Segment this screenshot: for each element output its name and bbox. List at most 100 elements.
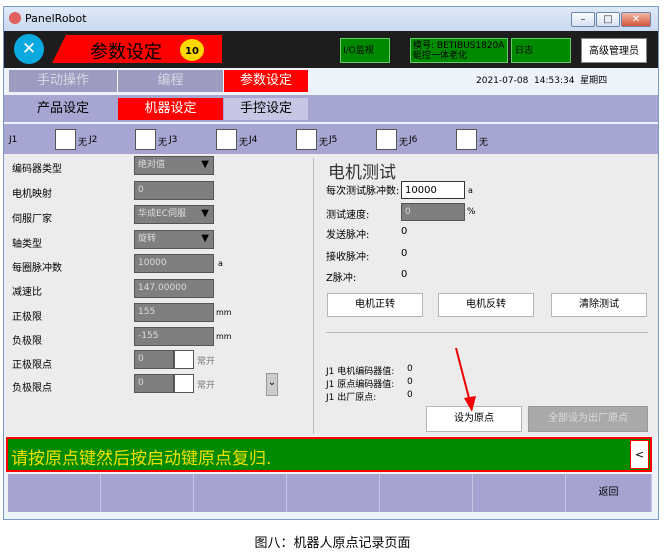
joint-label-j6: J6 [409, 135, 418, 145]
footer-slot-3[interactable] [194, 474, 287, 512]
joint-checkbox-j3[interactable] [216, 129, 237, 150]
motor-map-label: 电机映射 [12, 189, 52, 200]
send-pulse-value: 0 [401, 226, 408, 237]
tab-program[interactable]: 编程 [118, 70, 223, 92]
encoder-type-value: 绝对值 [138, 160, 166, 170]
return-label: 返回 [598, 487, 619, 498]
z-pulse-value: 0 [401, 269, 408, 280]
recv-pulse-label: 接收脉冲: [326, 252, 370, 263]
neg-limit-point-toggle[interactable] [174, 374, 194, 393]
factory-origin-label: J1 出厂原点: [326, 393, 377, 403]
motor-encoder-label: J1 电机编码器值: [326, 367, 395, 377]
subtab-handheld[interactable]: 手控设定 [224, 98, 308, 120]
footer-slot-2[interactable] [101, 474, 194, 512]
figure-caption: 图八：机器人原点记录页面 [254, 536, 411, 551]
pos-limit-unit: mm [216, 308, 232, 317]
tab-params[interactable]: 参数设定 [224, 70, 308, 92]
dropdown-arrow-icon: ▼ [201, 208, 209, 219]
neg-limit-point-input[interactable]: 0 [134, 374, 174, 393]
neg-limit-point-label: 负极限点 [12, 383, 52, 394]
pulses-per-rev-label: 每圈脉冲数 [12, 263, 62, 274]
axis-type-label: 轴类型 [12, 239, 42, 250]
set-all-factory-button[interactable]: 全部设为出厂原点 [528, 406, 648, 432]
neg-limit-label: 负极限 [12, 336, 42, 347]
message-back-button[interactable]: < [630, 440, 649, 469]
test-speed-input[interactable]: 0 [401, 203, 465, 221]
subtab-machine[interactable]: 机器设定 [118, 98, 223, 120]
window-title: PanelRobot [25, 12, 87, 25]
user-level-button[interactable]: 高级管理员 [581, 38, 647, 63]
reduction-label: 减速比 [12, 287, 42, 298]
mold-info-button[interactable]: 模号: BETIBUS1820A蜓控一体老化 [410, 38, 508, 63]
joint-state-j6: 无 [479, 138, 489, 148]
app-logo-icon [9, 12, 21, 24]
servo-vendor-value: 华成EC伺服 [138, 209, 186, 219]
pos-limit-point-input[interactable]: 0 [134, 350, 174, 369]
clear-test-button[interactable]: 清除测试 [551, 293, 647, 317]
chevron-down-icon: ⌄ [267, 377, 277, 388]
footer-slot-4[interactable] [287, 474, 380, 512]
section-divider [326, 332, 648, 333]
motor-reverse-button[interactable]: 电机反转 [438, 293, 534, 317]
tab-manual[interactable]: 手动操作 [9, 70, 117, 92]
level-badge: 10 [180, 39, 204, 61]
pulses-per-rev-input[interactable]: 10000 [134, 254, 214, 273]
recv-pulse-value: 0 [401, 248, 408, 259]
joint-checkbox-j6[interactable] [456, 129, 477, 150]
test-pulses-label: 每次测试脉冲数: [326, 186, 400, 197]
joint-state-j1: 无 [78, 138, 88, 148]
close-button[interactable]: ✕ [621, 12, 651, 27]
send-pulse-label: 发送脉冲: [326, 230, 370, 241]
origin-encoder-label: J1 原点编码器值: [326, 380, 395, 390]
joint-checkbox-j1[interactable] [55, 129, 76, 150]
neg-limit-input[interactable]: -155 [134, 327, 214, 346]
message-text: 请按原点键然后按启动键原点复归. [11, 449, 272, 469]
return-button[interactable]: 返回 [566, 474, 652, 512]
joint-checkbox-j5[interactable] [376, 129, 397, 150]
joint-label-j1: J1 [9, 135, 18, 145]
motor-encoder-value: 0 [407, 364, 413, 374]
minimize-button[interactable]: – [571, 12, 595, 27]
datetime: 2021-07-08 14:53:34 星期四 [476, 76, 608, 86]
pos-limit-point-label: 正极限点 [12, 360, 52, 371]
joint-label-j2: J2 [89, 135, 98, 145]
axis-type-select[interactable]: 旋转 ▼ [134, 230, 214, 249]
servo-vendor-label: 伺服厂家 [12, 214, 52, 225]
encoder-type-select[interactable]: 绝对值 ▼ [134, 156, 214, 175]
annotation-arrow [455, 347, 476, 412]
footer-slot-5[interactable] [380, 474, 473, 512]
pos-limit-label: 正极限 [12, 312, 42, 323]
motor-forward-button[interactable]: 电机正转 [327, 293, 423, 317]
page-title: 参数设定 [90, 42, 162, 63]
joint-label-j3: J3 [169, 135, 178, 145]
pulses-per-rev-unit: a [218, 259, 223, 268]
footer-slot-1[interactable] [8, 474, 101, 512]
maximize-button[interactable]: □ [596, 12, 620, 27]
test-speed-label: 测试速度: [326, 210, 370, 221]
panel-divider [313, 158, 314, 434]
axis-type-value: 旋转 [138, 234, 157, 244]
servo-vendor-select[interactable]: 华成EC伺服 ▼ [134, 205, 214, 224]
footer-slot-6[interactable] [473, 474, 566, 512]
joint-state-j4: 无 [319, 138, 329, 148]
origin-encoder-value: 0 [407, 377, 413, 387]
subtab-product[interactable]: 产品设定 [9, 98, 117, 120]
scroll-down-button[interactable]: ⌄ [266, 373, 278, 396]
joint-checkbox-j2[interactable] [135, 129, 156, 150]
motor-test-title: 电机测试 [328, 163, 396, 183]
settings-tool-icon[interactable]: ✕ [14, 34, 44, 64]
pos-limit-input[interactable]: 155 [134, 303, 214, 322]
motor-map-input[interactable]: 0 [134, 181, 214, 200]
test-pulses-unit: a [468, 186, 473, 195]
joint-checkbox-j4[interactable] [296, 129, 317, 150]
joint-state-j5: 无 [399, 138, 409, 148]
joint-label-j4: J4 [249, 135, 258, 145]
test-pulses-input[interactable]: 10000 [401, 181, 465, 199]
joint-label-j5: J5 [329, 135, 338, 145]
pos-limit-point-state: 常开 [197, 357, 216, 367]
neg-limit-point-state: 常开 [197, 381, 216, 391]
pos-limit-point-toggle[interactable] [174, 350, 194, 369]
log-button[interactable]: 日志 [511, 38, 571, 63]
io-monitor-button[interactable]: I/O监视 [340, 38, 390, 63]
reduction-input[interactable]: 147.00000 [134, 279, 214, 298]
